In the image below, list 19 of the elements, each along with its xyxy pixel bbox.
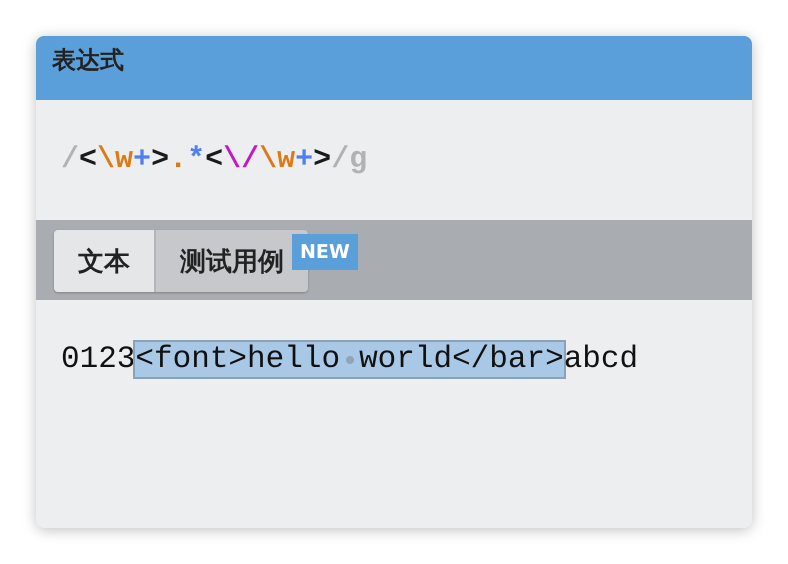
regex-token: \w [97,143,134,177]
regex-token: + [295,143,314,177]
regex-token: + [133,143,152,177]
panel-title: 表达式 [52,45,124,76]
regex-token: \/ [223,143,260,177]
regex-token: > [313,143,332,177]
new-badge: NEW [292,234,358,270]
regex-token: \w [259,143,296,177]
test-text: 0123 [61,342,136,377]
regex-token: < [79,143,98,177]
regex-token: /g [331,143,368,177]
regex-token: < [205,143,224,177]
tab[interactable]: 文本 [54,230,156,292]
regex-token: . [169,143,188,177]
regex-token: / [61,143,80,177]
regex-token: * [187,143,206,177]
regex-token: > [151,143,170,177]
test-text: abcd [564,342,638,377]
highlighted-match: <font>hello world</bar> [135,342,564,377]
